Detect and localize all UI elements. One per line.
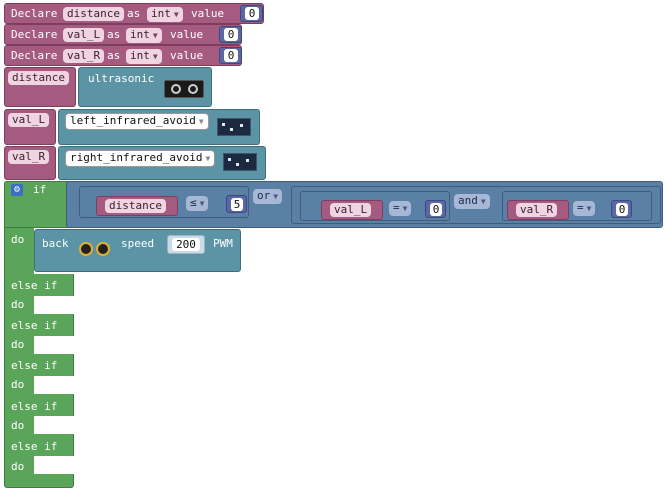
type-dropdown[interactable]: int ▼ [147, 7, 183, 22]
number-block[interactable]: 0 [425, 200, 446, 218]
or-logic-block[interactable]: distance ≤ ▼ 5 or ▼ val_L = ▼ 0 and ▼ val_R … [66, 181, 663, 228]
sensor-dropdown[interactable]: right_infrared_avoid ▼ [65, 150, 216, 167]
wheel-icon [96, 242, 110, 256]
number-field[interactable]: 0 [224, 49, 238, 62]
declare-block-val-l[interactable]: Declare val_L as int ▼ value 0 [4, 24, 242, 45]
as-label: as [107, 49, 121, 62]
do-label: do [11, 378, 25, 391]
logic-operator-dropdown[interactable]: or ▼ [253, 189, 283, 204]
as-label: as [107, 28, 121, 41]
value-label: value [170, 49, 204, 62]
chevron-down-icon: ▼ [586, 204, 592, 213]
else-if-label: else if [11, 440, 58, 453]
speed-field[interactable]: 200 [172, 238, 200, 251]
number-field[interactable]: 0 [430, 203, 442, 216]
chevron-down-icon: ▼ [152, 52, 158, 61]
speed-number-block[interactable]: 200 [167, 235, 205, 254]
variable-name-field[interactable]: val_R [63, 49, 105, 63]
logic-operator-dropdown[interactable]: and ▼ [454, 194, 490, 209]
chevron-down-icon: ▼ [205, 154, 211, 163]
back-label: back [42, 237, 69, 250]
number-block[interactable]: 0 [219, 47, 242, 64]
val-r-variable-block[interactable]: val_R [507, 200, 569, 220]
compare-block-distance[interactable]: distance ≤ ▼ 5 [79, 186, 249, 218]
variable-dropdown[interactable]: val_R [516, 203, 558, 217]
compare-block-val-l[interactable]: val_L = ▼ 0 [300, 191, 450, 221]
back-motor-block[interactable]: back speed 200 PWM [34, 229, 241, 272]
pwm-unit-label: PWM [213, 237, 233, 250]
ultrasonic-label: ultrasonic [88, 72, 155, 85]
declare-block-distance[interactable]: Declare distance as int ▼ value 0 [4, 3, 264, 24]
declare-keyword: Declare [11, 28, 58, 41]
operator-dropdown[interactable]: = ▼ [573, 201, 596, 216]
if-label: if [33, 183, 47, 196]
variable-dropdown[interactable]: distance [105, 199, 166, 213]
as-label: as [127, 7, 141, 20]
gear-icon[interactable]: ⚙ [11, 184, 23, 196]
variable-name-field[interactable]: distance [63, 7, 124, 21]
value-label: value [191, 7, 225, 20]
compare-block-val-r[interactable]: val_R = ▼ 0 [502, 191, 652, 221]
chevron-down-icon: ▼ [199, 199, 205, 208]
operator-dropdown[interactable]: = ▼ [389, 201, 412, 216]
do-label: do [11, 298, 25, 311]
number-field[interactable]: 5 [231, 198, 243, 211]
variable-dropdown[interactable]: val_R [8, 150, 50, 164]
assign-block-distance[interactable]: distance [4, 67, 76, 107]
variable-name-field[interactable]: val_L [63, 28, 105, 42]
type-dropdown[interactable]: int ▼ [126, 28, 162, 43]
ultrasonic-sensor-block[interactable]: ultrasonic [78, 67, 212, 107]
val-l-variable-block[interactable]: val_L [321, 200, 383, 220]
operator-dropdown[interactable]: ≤ ▼ [186, 196, 209, 211]
do-label: do [11, 233, 25, 246]
right-infrared-block[interactable]: right_infrared_avoid ▼ [58, 146, 266, 180]
speed-label: speed [121, 237, 155, 250]
number-field[interactable]: 0 [224, 28, 238, 41]
do-label: do [11, 419, 25, 432]
chevron-down-icon: ▼ [273, 192, 279, 201]
chevron-down-icon: ▼ [402, 204, 408, 213]
left-infrared-block[interactable]: left_infrared_avoid ▼ [58, 109, 260, 145]
variable-dropdown[interactable]: distance [8, 71, 69, 85]
infrared-sensor-icon [223, 153, 257, 171]
number-block[interactable]: 0 [240, 5, 263, 22]
declare-block-val-r[interactable]: Declare val_R as int ▼ value 0 [4, 45, 242, 66]
value-label: value [170, 28, 204, 41]
do-label: do [11, 460, 25, 473]
infrared-sensor-icon [217, 118, 251, 136]
variable-dropdown[interactable]: val_L [330, 203, 372, 217]
number-field[interactable]: 0 [245, 7, 259, 20]
else-if-label: else if [11, 319, 58, 332]
chevron-down-icon: ▼ [480, 197, 486, 206]
chevron-down-icon: ▼ [173, 10, 179, 19]
number-block[interactable]: 5 [226, 195, 247, 213]
number-field[interactable]: 0 [616, 203, 628, 216]
chevron-down-icon: ▼ [152, 31, 158, 40]
declare-keyword: Declare [11, 7, 58, 20]
do-label: do [11, 338, 25, 351]
distance-variable-block[interactable]: distance [96, 196, 178, 216]
wheel-icon [79, 242, 93, 256]
else-if-label: else if [11, 279, 58, 292]
and-logic-block[interactable]: val_L = ▼ 0 and ▼ val_R = ▼ 0 [291, 186, 661, 224]
assign-block-val-r[interactable]: val_R [4, 146, 56, 180]
else-if-label: else if [11, 359, 58, 372]
ultrasonic-sensor-icon [164, 80, 204, 98]
number-block[interactable]: 0 [219, 26, 242, 43]
else-if-label: else if [11, 400, 58, 413]
sensor-dropdown[interactable]: left_infrared_avoid ▼ [65, 113, 209, 130]
type-dropdown[interactable]: int ▼ [126, 49, 162, 64]
declare-keyword: Declare [11, 49, 58, 62]
assign-block-val-l[interactable]: val_L [4, 109, 56, 145]
number-block[interactable]: 0 [611, 200, 632, 218]
variable-dropdown[interactable]: val_L [8, 113, 50, 127]
chevron-down-icon: ▼ [198, 117, 204, 126]
